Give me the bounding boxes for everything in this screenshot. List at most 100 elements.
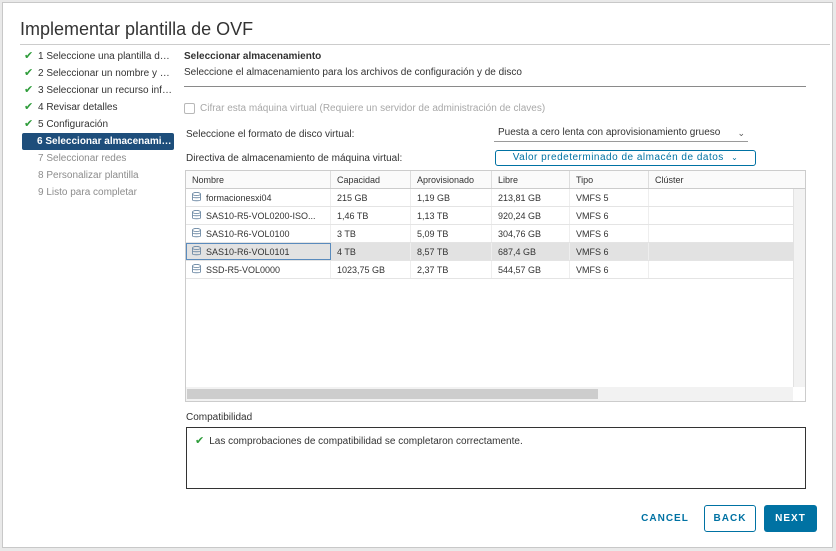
datastore-icon: [192, 246, 201, 256]
section-divider: [184, 86, 806, 87]
cell-text: VMFS 6: [576, 247, 609, 257]
wizard-step-1[interactable]: ✔ 1 Seleccione una plantilla de OVF: [22, 48, 174, 65]
cell-provisioned: 8,57 TB: [411, 243, 492, 260]
next-button[interactable]: NEXT: [764, 505, 817, 532]
cell-text: 2,37 TB: [417, 265, 449, 275]
datastore-icon: [192, 228, 201, 238]
chevron-down-icon: ⌄: [737, 128, 745, 138]
cell-text: 3 TB: [337, 229, 356, 239]
compatibility-message: Las comprobaciones de compatibilidad se …: [209, 436, 523, 447]
check-icon: ✔: [24, 67, 34, 79]
section-subtitle: Seleccione el almacenamiento para los ar…: [184, 67, 522, 78]
table-row[interactable]: formacionesxi04 215 GB 1,19 GB 213,81 GB VMF…: [186, 189, 805, 207]
wizard-step-6[interactable]: 6 Seleccionar almacenamiento: [22, 133, 174, 150]
column-header-name[interactable]: Nombre: [186, 171, 331, 188]
cell-capacity: 215 GB: [331, 189, 411, 206]
storage-policy-dropdown[interactable]: Valor predeterminado de almacén de datos…: [495, 150, 756, 166]
storage-policy-label: Directiva de almacenamiento de máquina v…: [186, 153, 403, 164]
wizard-steps: ✔ 1 Seleccione una plantilla de OVF ✔ 2 Sel…: [22, 48, 174, 201]
scrollbar-thumb[interactable]: [187, 389, 598, 399]
cell-free: 920,24 GB: [492, 207, 570, 224]
table-body: formacionesxi04 215 GB 1,19 GB 213,81 GB VMF…: [186, 189, 805, 279]
cell-cluster: [649, 207, 805, 224]
wizard-step-2[interactable]: ✔ 2 Seleccionar un nombre y carpeta: [22, 65, 174, 82]
cell-provisioned: 1,13 TB: [411, 207, 492, 224]
cell-text: VMFS 6: [576, 211, 609, 221]
cell-text: SAS10-R6-VOL0100: [206, 229, 290, 239]
wizard-step-label: 4 Revisar detalles: [38, 102, 118, 113]
column-header-provisioned[interactable]: Aprovisionado: [411, 171, 492, 188]
column-header-cluster[interactable]: Clúster: [649, 171, 805, 188]
section-title: Seleccionar almacenamiento: [184, 51, 322, 62]
cell-free: 304,76 GB: [492, 225, 570, 242]
wizard-step-8: 8 Personalizar plantilla: [22, 167, 174, 184]
table-row[interactable]: SAS10-R5-VOL0200-ISO... 1,46 TB 1,13 TB 920…: [186, 207, 805, 225]
wizard-step-label: 2 Seleccionar un nombre y carpeta: [38, 68, 174, 79]
encrypt-label: Cifrar esta máquina virtual (Requiere un…: [200, 103, 546, 114]
wizard-step-3[interactable]: ✔ 3 Seleccionar un recurso informático: [22, 82, 174, 99]
cell-text: SAS10-R6-VOL0101: [206, 247, 290, 257]
encrypt-vm-option: Cifrar esta máquina virtual (Requiere un…: [184, 103, 545, 114]
table-row[interactable]: SAS10-R6-VOL0100 3 TB 5,09 TB 304,76 GB VMFS…: [186, 225, 805, 243]
cell-text: VMFS 6: [576, 229, 609, 239]
disk-format-label: Seleccione el formato de disco virtual:: [186, 129, 355, 140]
check-icon: ✔: [24, 84, 34, 96]
cell-text: formacionesxi04: [206, 193, 272, 203]
cell-free: 213,81 GB: [492, 189, 570, 206]
wizard-step-label: 7 Seleccionar redes: [38, 153, 127, 164]
wizard-step-5[interactable]: ✔ 5 Configuración: [22, 116, 174, 133]
wizard-step-9: 9 Listo para completar: [22, 184, 174, 201]
encrypt-checkbox: [184, 103, 195, 114]
chevron-down-icon: ⌄: [731, 153, 739, 162]
cancel-button[interactable]: CANCEL: [636, 505, 694, 532]
cell-capacity: 1,46 TB: [331, 207, 411, 224]
check-icon: ✔: [195, 435, 205, 447]
datastore-table: Nombre Capacidad Aprovisionado Libre Tip…: [185, 170, 806, 402]
column-header-capacity[interactable]: Capacidad: [331, 171, 411, 188]
cell-text: 4 TB: [337, 247, 356, 257]
check-icon: ✔: [24, 50, 34, 62]
cell-name: SAS10-R5-VOL0200-ISO...: [186, 207, 331, 224]
cell-cluster: [649, 243, 805, 260]
cell-name: formacionesxi04: [186, 189, 331, 206]
cell-text: 544,57 GB: [498, 265, 542, 275]
cell-text: 687,4 GB: [498, 247, 537, 257]
table-row[interactable]: SSD-R5-VOL0000 1023,75 GB 2,37 TB 544,57 GB…: [186, 261, 805, 279]
step-header: Seleccionar almacenamiento Seleccione el…: [184, 50, 806, 87]
cell-capacity: 1023,75 GB: [331, 261, 411, 278]
wizard-step-label: 6 Seleccionar almacenamiento: [37, 136, 174, 147]
wizard-step-label: 5 Configuración: [38, 119, 109, 130]
disk-format-select[interactable]: Puesta a cero lenta con aprovisionamient…: [494, 124, 748, 142]
dialog-title: Implementar plantilla de OVF: [20, 19, 254, 39]
cell-name: SSD-R5-VOL0000: [186, 261, 331, 278]
cell-free: 544,57 GB: [492, 261, 570, 278]
datastore-icon: [192, 264, 201, 274]
compatibility-panel: ✔ Las comprobaciones de compatibilidad se…: [186, 427, 806, 489]
table-header: Nombre Capacidad Aprovisionado Libre Tip…: [186, 171, 805, 189]
back-button[interactable]: BACK: [704, 505, 756, 532]
cell-cluster: [649, 189, 805, 206]
cell-type: VMFS 5: [570, 189, 649, 206]
wizard-step-4[interactable]: ✔ 4 Revisar detalles: [22, 99, 174, 116]
cell-text: 213,81 GB: [498, 193, 542, 203]
datastore-icon: [192, 210, 201, 220]
compatibility-label: Compatibilidad: [186, 412, 253, 423]
vertical-scrollbar[interactable]: [793, 189, 805, 387]
cell-text: 304,76 GB: [498, 229, 542, 239]
cell-text: 1,19 GB: [417, 193, 451, 203]
cell-provisioned: 5,09 TB: [411, 225, 492, 242]
column-header-type[interactable]: Tipo: [570, 171, 649, 188]
cell-type: VMFS 6: [570, 243, 649, 260]
cell-name: SAS10-R6-VOL0101: [186, 243, 331, 260]
horizontal-scrollbar[interactable]: [186, 387, 793, 401]
cell-text: SSD-R5-VOL0000: [206, 265, 281, 275]
cell-type: VMFS 6: [570, 207, 649, 224]
column-header-free[interactable]: Libre: [492, 171, 570, 188]
storage-policy-value: Valor predeterminado de almacén de datos: [512, 152, 724, 163]
cell-provisioned: 2,37 TB: [411, 261, 492, 278]
cell-text: 5,09 TB: [417, 229, 449, 239]
cell-text: SAS10-R5-VOL0200-ISO...: [206, 211, 316, 221]
cell-text: 1,13 TB: [417, 211, 449, 221]
table-row[interactable]: SAS10-R6-VOL0101 4 TB 8,57 TB 687,4 GB VMFS …: [186, 243, 805, 261]
disk-format-value: Puesta a cero lenta con aprovisionamient…: [498, 127, 721, 138]
